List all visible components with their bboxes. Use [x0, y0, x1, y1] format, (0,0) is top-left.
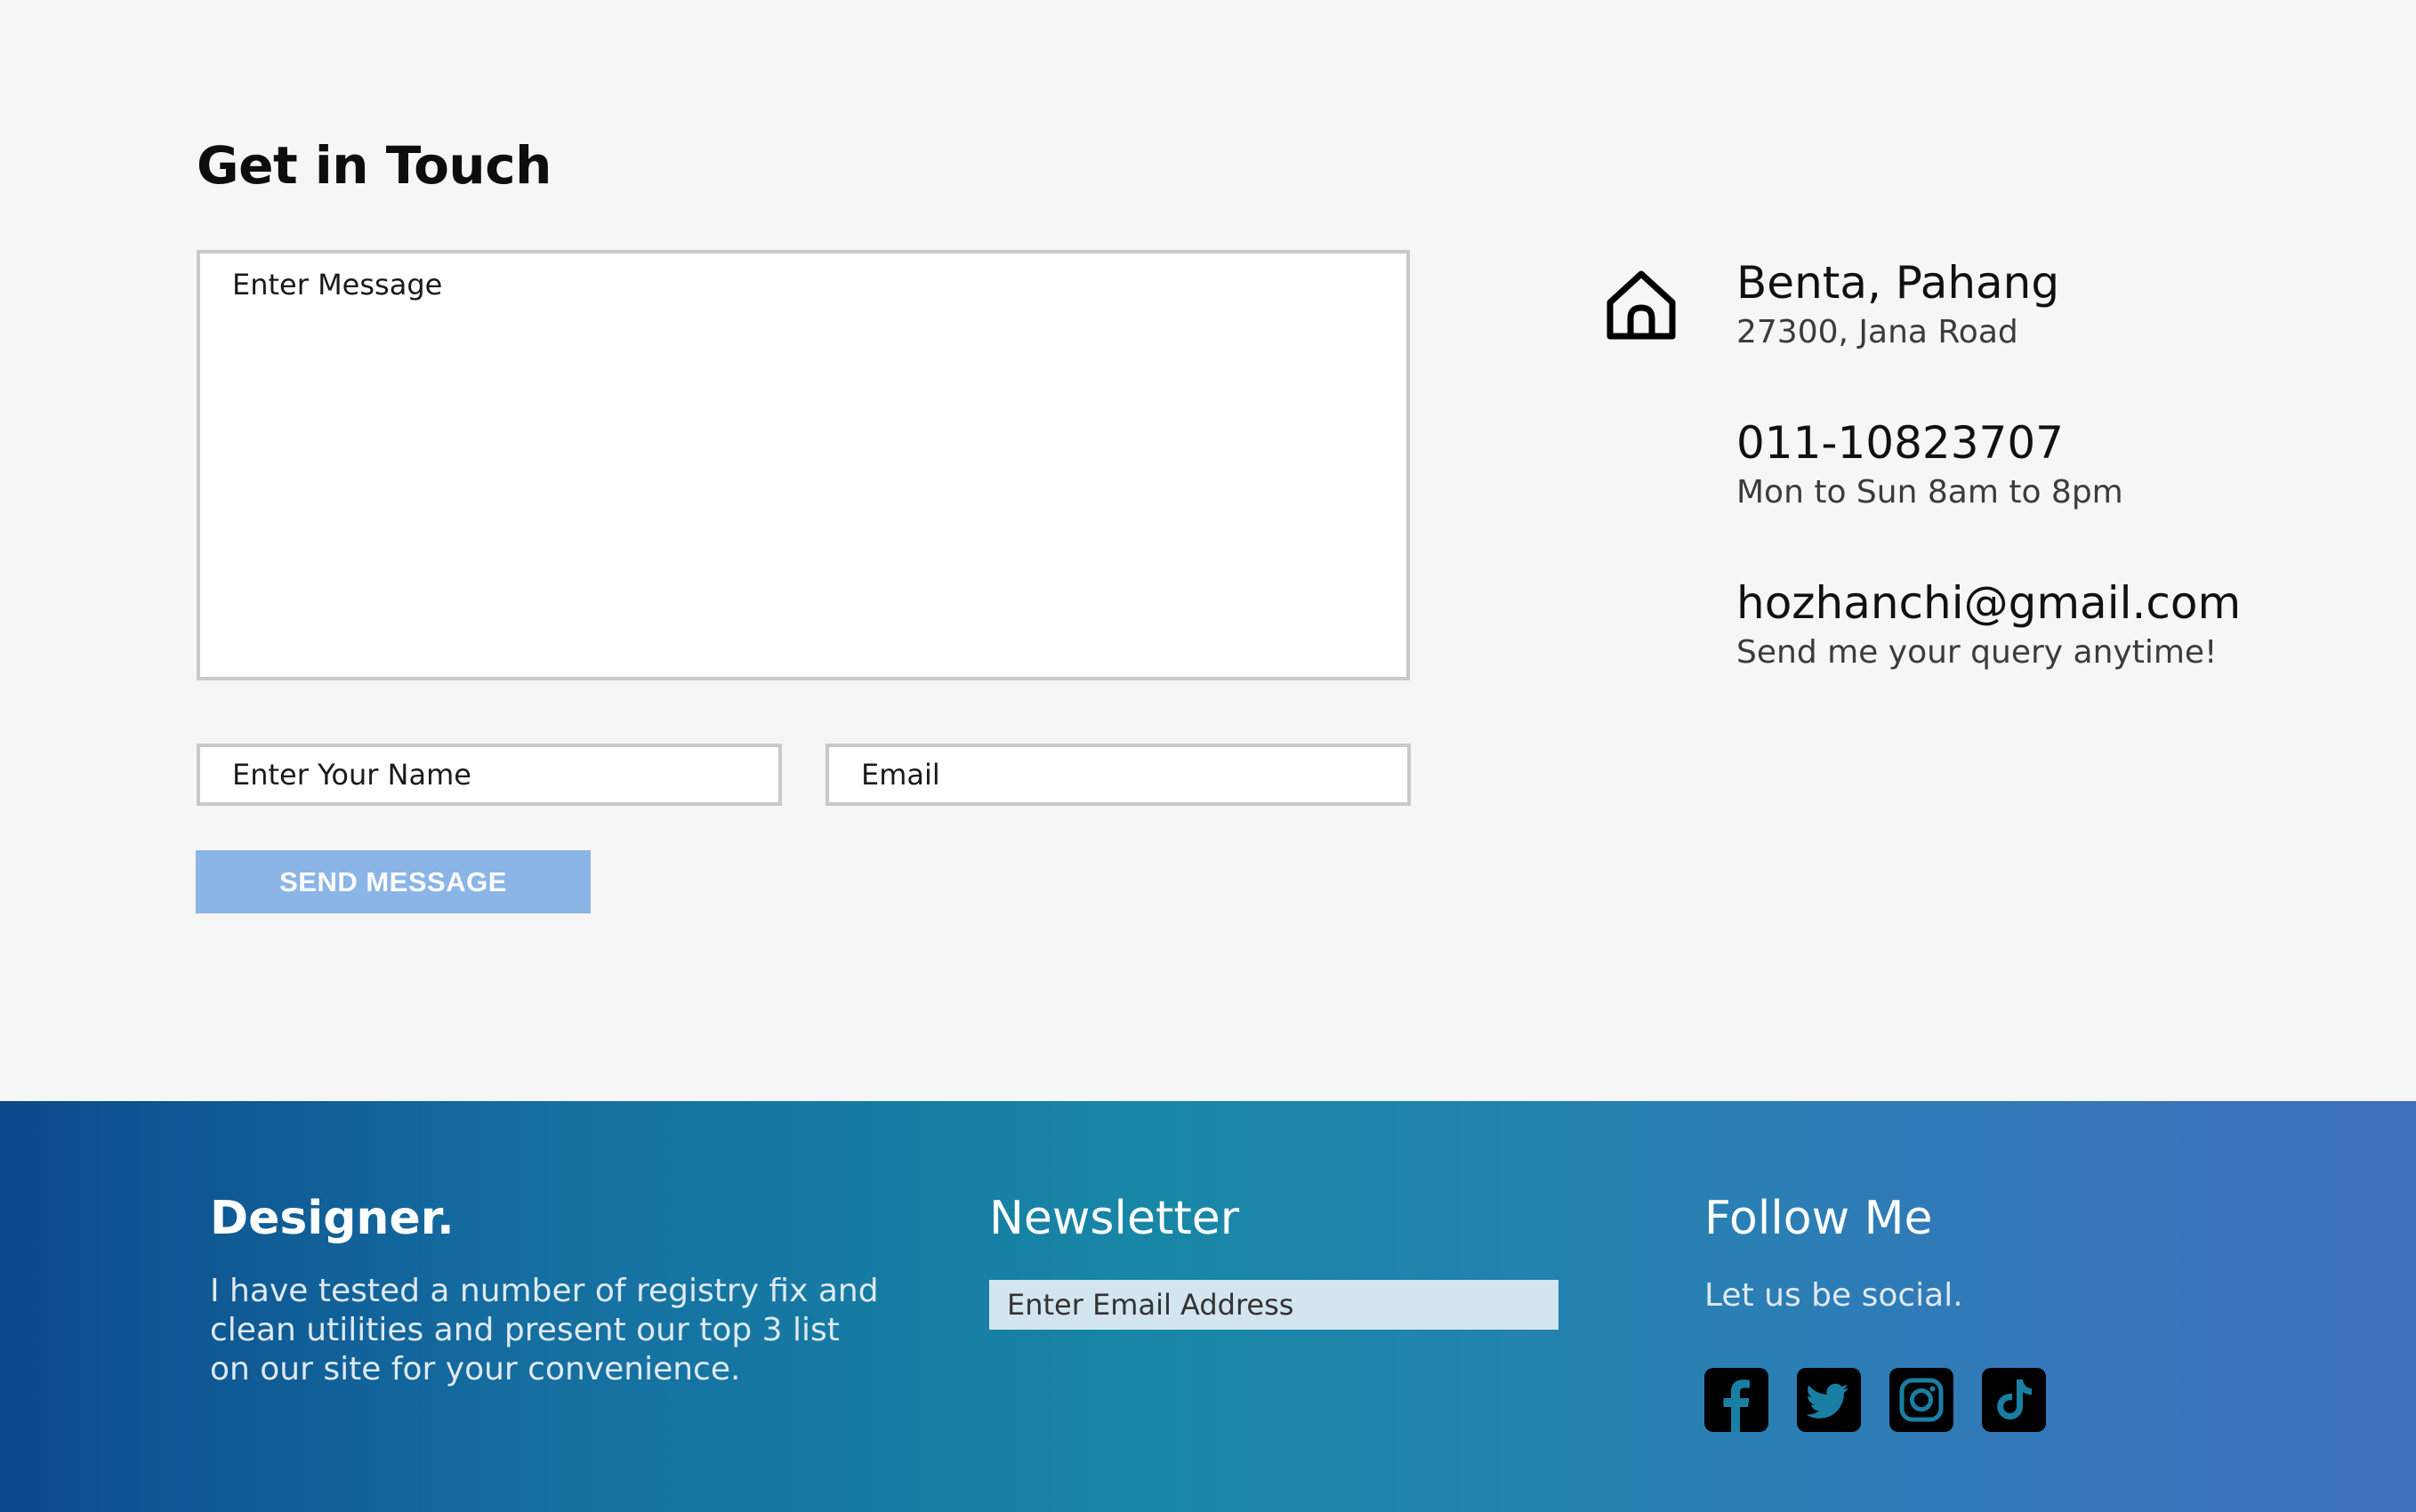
footer-brand: Designer.	[210, 1192, 455, 1245]
address-info: Benta, Pahang 27300, Jana Road	[1736, 256, 2059, 352]
newsletter-title: Newsletter	[989, 1192, 1240, 1245]
send-message-button[interactable]: SEND MESSAGE	[196, 850, 591, 913]
page-title: Get in Touch	[197, 135, 552, 196]
phone-number: 011-10823707	[1736, 417, 2064, 469]
social-links	[1704, 1368, 2046, 1432]
name-input[interactable]	[197, 744, 782, 806]
address-city: Benta, Pahang	[1736, 257, 2060, 309]
footer-about: I have tested a number of registry fix a…	[210, 1273, 879, 1387]
message-textarea[interactable]	[197, 250, 1410, 680]
tiktok-icon[interactable]	[1982, 1368, 2046, 1432]
facebook-icon[interactable]	[1704, 1368, 1768, 1432]
phone-info: 011-10823707 Mon to Sun 8am to 8pm	[1736, 416, 2123, 512]
email-address: hozhanchi@gmail.com	[1736, 577, 2242, 629]
phone-hours: Mon to Sun 8am to 8pm	[1736, 474, 2123, 511]
contact-section: Get in Touch SEND MESSAGE Benta, Pahang …	[0, 0, 2416, 1101]
home-icon	[1607, 270, 1676, 340]
address-street: 27300, Jana Road	[1736, 314, 2018, 350]
email-input[interactable]	[825, 744, 1411, 806]
follow-title: Follow Me	[1704, 1192, 1933, 1245]
email-info: hozhanchi@gmail.com Send me your query a…	[1736, 576, 2241, 672]
twitter-icon[interactable]	[1797, 1368, 1861, 1432]
newsletter-email-input[interactable]	[989, 1280, 1558, 1330]
footer: Designer. I have tested a number of regi…	[0, 1101, 2416, 1512]
instagram-icon[interactable]	[1889, 1368, 1953, 1432]
email-note: Send me your query anytime!	[1736, 634, 2218, 671]
follow-text: Let us be social.	[1704, 1277, 1963, 1314]
